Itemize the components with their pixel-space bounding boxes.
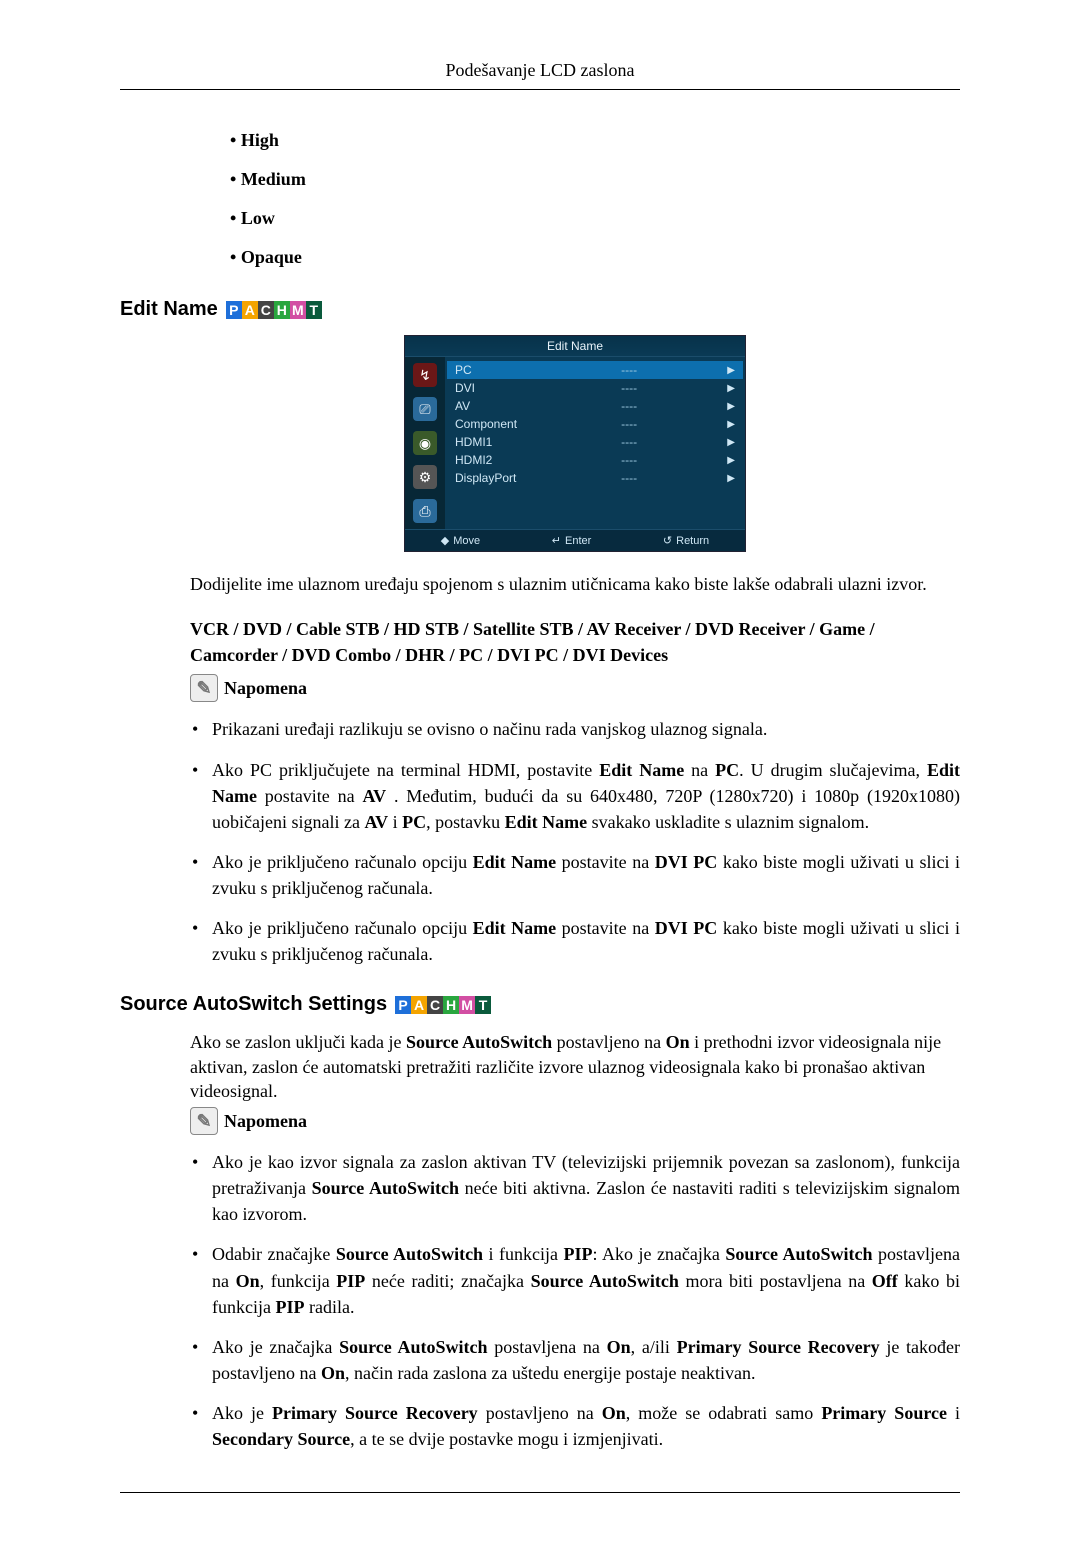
osd-foot-return-label: Return: [676, 535, 709, 547]
osd-row-label: HDMI2: [455, 453, 555, 467]
osd-foot-enter-label: Enter: [565, 535, 591, 547]
osd-icon-5-icon: ⎙: [413, 499, 437, 523]
pachmt-badge: P A C H M T: [226, 301, 322, 319]
badge-a-icon: A: [411, 996, 427, 1014]
paragraph-sas: Ako se zaslon uključi kada je Source Aut…: [190, 1030, 960, 1103]
option-high: High: [230, 130, 960, 151]
osd-row-value: ----: [621, 417, 661, 431]
arrow-right-icon: ▶: [727, 383, 735, 394]
note-item: Ako je kao izvor signala za zaslon aktiv…: [212, 1149, 960, 1227]
paragraph-intro: Dodijelite ime ulaznom uređaju spojenom …: [190, 572, 960, 596]
arrow-right-icon: ▶: [727, 437, 735, 448]
badge-a-icon: A: [242, 301, 258, 319]
osd-list: PC----▶ DVI----▶ AV----▶ Component----▶ …: [445, 357, 745, 529]
page-header: Podešavanje LCD zaslona: [120, 60, 960, 81]
option-low: Low: [230, 208, 960, 229]
badge-m-icon: M: [459, 996, 475, 1014]
option-opaque: Opaque: [230, 247, 960, 268]
osd-foot-enter: ↵ Enter: [552, 534, 592, 547]
arrow-right-icon: ▶: [727, 473, 735, 484]
osd-row-label: DVI: [455, 381, 555, 395]
arrow-right-icon: ▶: [727, 401, 735, 412]
note-item: Ako je značajka Source AutoSwitch postav…: [212, 1334, 960, 1386]
note-item: Ako je priključeno računalo opciju Edit …: [212, 915, 960, 967]
osd-row: DVI ---- ▶: [453, 379, 737, 397]
osd-row-value: ----: [621, 471, 661, 485]
badge-p-icon: P: [395, 996, 411, 1014]
osd-icon-2-icon: ⎚: [413, 397, 437, 421]
badge-t-icon: T: [475, 996, 491, 1014]
note-heading-2: ✎ Napomena: [190, 1107, 960, 1135]
section-source-autoswitch: Source AutoSwitch Settings P A C H M T: [120, 993, 960, 1016]
badge-p-icon: P: [226, 301, 242, 319]
osd-icon-3-icon: ◉: [413, 431, 437, 455]
arrow-right-icon: ▶: [727, 365, 735, 376]
section-title: Edit Name: [120, 298, 218, 321]
section-edit-name: Edit Name P A C H M T: [120, 298, 960, 321]
osd-foot-return: ↺ Return: [663, 534, 709, 547]
osd-row-value: ----: [621, 399, 661, 413]
osd-row-label: DisplayPort: [455, 471, 555, 485]
osd-row-value: ----: [621, 363, 661, 377]
osd-icon-column: ↯ ⎚ ◉ ⚙ ⎙: [405, 357, 445, 529]
osd-row: AV ---- ▶: [453, 397, 737, 415]
osd-title: Edit Name: [405, 336, 745, 357]
badge-h-icon: H: [274, 301, 290, 319]
divider-top: [120, 89, 960, 90]
osd-row-value: ----: [621, 381, 661, 395]
note-item: Odabir značajke Source AutoSwitch i funk…: [212, 1241, 960, 1319]
note-item: Ako je priključeno računalo opciju Edit …: [212, 849, 960, 901]
notes-list-1: Prikazani uređaji razlikuju se ovisno o …: [190, 716, 960, 967]
osd-row-label: Component: [455, 417, 555, 431]
osd-row: Component ---- ▶: [453, 415, 737, 433]
osd-foot-move: ◆ Move: [441, 534, 480, 547]
osd-row-label: HDMI1: [455, 435, 555, 449]
device-list-bold: VCR / DVD / Cable STB / HD STB / Satelli…: [190, 616, 960, 668]
notes-list-2: Ako je kao izvor signala za zaslon aktiv…: [190, 1149, 960, 1452]
note-icon: ✎: [190, 674, 218, 702]
osd-screenshot: Edit Name ↯ ⎚ ◉ ⚙ ⎙ PC ---- ▶ DVI ---- ▶ AV -…: [404, 335, 746, 552]
section-title: Source AutoSwitch Settings: [120, 993, 387, 1016]
note-icon: ✎: [190, 1107, 218, 1135]
option-medium: Medium: [230, 169, 960, 190]
options-list: High Medium Low Opaque: [190, 130, 960, 268]
osd-row-value: ----: [621, 435, 661, 449]
osd-row-label: PC: [455, 363, 555, 377]
badge-c-icon: C: [427, 996, 443, 1014]
badge-c-icon: C: [258, 301, 274, 319]
osd-row: PC ---- ▶: [447, 361, 743, 379]
note-heading-1: ✎ Napomena: [190, 674, 960, 702]
osd-row: HDMI2 ---- ▶: [453, 451, 737, 469]
divider-bottom: [120, 1492, 960, 1493]
pachmt-badge: P A C H M T: [395, 996, 491, 1014]
note-item: Prikazani uređaji razlikuju se ovisno o …: [212, 716, 960, 742]
note-label: Napomena: [224, 1111, 307, 1132]
badge-h-icon: H: [443, 996, 459, 1014]
arrow-right-icon: ▶: [727, 419, 735, 430]
osd-row-value: ----: [621, 453, 661, 467]
osd-footer: ◆ Move ↵ Enter ↺ Return: [405, 529, 745, 551]
badge-t-icon: T: [306, 301, 322, 319]
osd-icon-4-icon: ⚙: [413, 465, 437, 489]
osd-foot-move-label: Move: [453, 535, 480, 547]
osd-icon-1-icon: ↯: [413, 363, 437, 387]
arrow-right-icon: ▶: [727, 455, 735, 466]
osd-row: HDMI1 ---- ▶: [453, 433, 737, 451]
note-label: Napomena: [224, 678, 307, 699]
osd-row: DisplayPort ---- ▶: [453, 469, 737, 487]
note-item: Ako je Primary Source Recovery postavlje…: [212, 1400, 960, 1452]
osd-row-label: AV: [455, 399, 555, 413]
badge-m-icon: M: [290, 301, 306, 319]
note-item: Ako PC priključujete na terminal HDMI, p…: [212, 757, 960, 835]
